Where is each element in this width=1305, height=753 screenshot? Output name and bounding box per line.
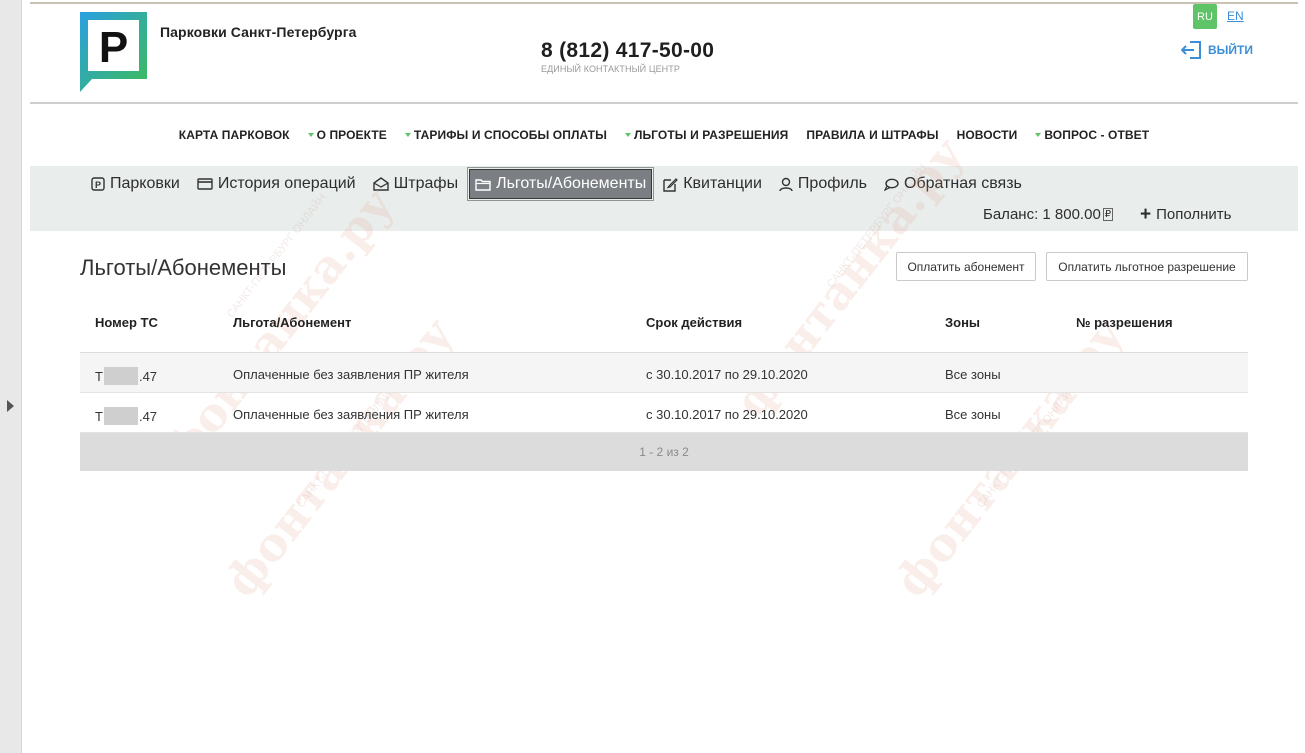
topup-label: Пополнить [1156, 206, 1232, 223]
plate-number: Т. 47 [95, 367, 158, 385]
nav-item-tariffs[interactable]: ТАРИФЫ И СПОСОБЫ ОПЛАТЫ [404, 128, 607, 142]
tab-label: Штрафы [393, 175, 459, 192]
user-icon [779, 177, 793, 191]
tab-label: Льготы/Абонементы [496, 175, 647, 192]
plate-mask [103, 367, 138, 385]
header-validity[interactable]: Срок действия [646, 315, 742, 330]
dropdown-arrow-icon [404, 133, 411, 137]
table-row[interactable]: Т. 47 Оплаченные без заявления ПР жителя … [80, 353, 1248, 393]
topup-button[interactable]: + Пополнить [1140, 203, 1232, 225]
nav-item-about[interactable]: О ПРОЕКТЕ [307, 128, 387, 142]
nav-item-faq[interactable]: ВОПРОС - ОТВЕТ [1035, 128, 1149, 142]
plate-mask [103, 407, 138, 425]
nav-item-rules[interactable]: ПРАВИЛА И ШТРАФЫ [806, 128, 938, 142]
nav-item-label: КАРТА ПАРКОВОК [178, 128, 290, 142]
benefit-type: Оплаченные без заявления ПР жителя [233, 407, 469, 422]
nav-item-label: НОВОСТИ [956, 128, 1018, 142]
site-title: Парковки Санкт-Петербурга [160, 24, 357, 40]
tab-label: Профиль [797, 175, 867, 192]
nav-item-label: ВОПРОС - ОТВЕТ [1044, 128, 1150, 142]
logout-label: ВЫЙТИ [1208, 43, 1253, 57]
parking-icon: P [91, 177, 105, 191]
tab-label: Квитанции [683, 175, 762, 192]
parking-logo-icon[interactable]: P [80, 12, 147, 92]
pagination: 1 - 2 из 2 [80, 433, 1248, 471]
tab-profile[interactable]: Профиль [773, 169, 873, 199]
card-icon [197, 178, 213, 190]
header-zones[interactable]: Зоны [945, 315, 980, 330]
plus-icon: + [1140, 203, 1152, 225]
benefits-table: Номер ТС Льгота/Абонемент Срок действия … [80, 300, 1248, 471]
nav-item-label: О ПРОЕКТЕ [316, 128, 387, 142]
balance: Баланс: 1 800.00 ₽ [983, 206, 1114, 223]
balance-value: Баланс: 1 800.00 [983, 206, 1101, 223]
tab-history[interactable]: История операций [191, 169, 362, 199]
pay-permit-button[interactable]: Оплатить льготное разрешение [1046, 252, 1248, 281]
header-benefit[interactable]: Льгота/Абонемент [233, 315, 351, 330]
side-panel-toggle[interactable] [0, 0, 22, 753]
expand-arrow-icon[interactable] [7, 400, 14, 412]
tab-parkings[interactable]: P Парковки [85, 169, 186, 199]
plate-suffix: 47 [142, 368, 158, 384]
top-border [30, 2, 1298, 4]
nav-item-label: ЛЬГОТЫ И РАЗРЕШЕНИЯ [633, 128, 789, 142]
plate-suffix: 47 [142, 408, 158, 424]
main-nav: КАРТА ПАРКОВОК О ПРОЕКТЕ ТАРИФЫ И СПОСОБ… [30, 104, 1298, 166]
nav-item-benefits[interactable]: ЛЬГОТЫ И РАЗРЕШЕНИЯ [624, 128, 789, 142]
svg-text:P: P [95, 180, 101, 190]
header-plate[interactable]: Номер ТС [95, 315, 158, 330]
pay-subscription-button[interactable]: Оплатить абонемент [896, 252, 1036, 281]
lang-ru-button[interactable]: RU [1193, 4, 1217, 29]
page-title: Льготы/Абонементы [80, 255, 287, 280]
nav-item-label: ТАРИФЫ И СПОСОБЫ ОПЛАТЫ [413, 128, 607, 142]
tab-benefits[interactable]: Льготы/Абонементы [467, 167, 655, 201]
zones: Все зоны [945, 407, 1001, 422]
zones: Все зоны [945, 367, 1001, 382]
contact-phone-caption: ЕДИНЫЙ КОНТАКТНЫЙ ЦЕНТР [541, 64, 680, 74]
edit-icon [663, 177, 679, 192]
ruble-icon: ₽ [1102, 208, 1114, 221]
validity-period: с 30.10.2017 по 29.10.2020 [646, 367, 808, 382]
plate-prefix: Т [95, 368, 103, 384]
nav-item-label: ПРАВИЛА И ШТРАФЫ [806, 128, 939, 142]
account-nav: P Парковки История операций Штрафы Льгот… [30, 166, 1298, 231]
benefit-type: Оплаченные без заявления ПР жителя [233, 367, 469, 382]
logout-button[interactable]: ВЫЙТИ [1181, 40, 1253, 60]
plate-number: Т. 47 [95, 407, 158, 425]
header-permit-no[interactable]: № разрешения [1076, 315, 1173, 330]
nav-item-news[interactable]: НОВОСТИ [957, 128, 1018, 142]
table-header: Номер ТС Льгота/Абонемент Срок действия … [80, 300, 1248, 353]
tab-label: Парковки [110, 175, 180, 192]
contact-phone: 8 (812) 417-50-00 [541, 39, 715, 62]
lang-en-link[interactable]: EN [1227, 9, 1244, 23]
dropdown-arrow-icon [1035, 133, 1042, 137]
nav-item-map[interactable]: КАРТА ПАРКОВОК [179, 128, 290, 142]
dropdown-arrow-icon [624, 133, 631, 137]
tab-receipts[interactable]: Квитанции [657, 169, 768, 199]
tab-label: История операций [217, 175, 356, 192]
dropdown-arrow-icon [307, 133, 314, 137]
logout-icon [1181, 41, 1201, 59]
validity-period: с 30.10.2017 по 29.10.2020 [646, 407, 808, 422]
folder-icon [475, 178, 491, 191]
plate-prefix: Т [95, 408, 103, 424]
table-row[interactable]: Т. 47 Оплаченные без заявления ПР жителя … [80, 393, 1248, 433]
svg-text:P: P [99, 23, 128, 72]
